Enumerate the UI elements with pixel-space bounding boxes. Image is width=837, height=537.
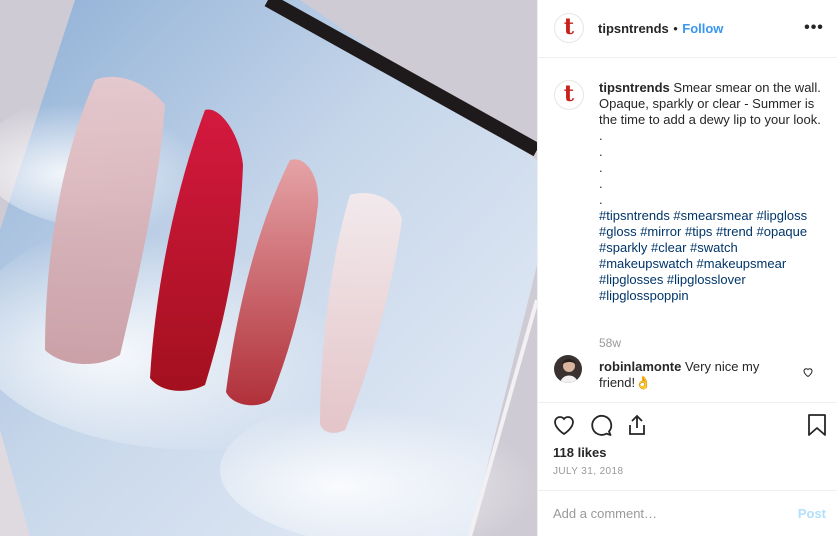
comments-area: t tipsntrends Smear smear on the wall. O…	[538, 58, 837, 402]
caption-hashtags[interactable]: #tipsntrends #smearsmear #lipgloss #glos…	[599, 208, 821, 304]
caption-username[interactable]: tipsntrends	[599, 80, 670, 95]
post-sidebar: t tipsntrends • Follow ••• t tipsntrends…	[537, 0, 837, 536]
caption-age[interactable]: 58w	[599, 336, 621, 350]
post-photo[interactable]	[0, 0, 537, 536]
instagram-post-view: t tipsntrends • Follow ••• t tipsntrends…	[0, 0, 837, 536]
caption-author-avatar[interactable]: t	[554, 80, 584, 110]
post-header: t tipsntrends • Follow •••	[538, 0, 837, 58]
lip-gloss-swatches-photo	[0, 0, 537, 536]
header-author-line: tipsntrends • Follow	[598, 20, 723, 38]
separator-dot: •	[673, 21, 678, 36]
share-icon[interactable]	[625, 413, 649, 437]
caption-dot: .	[599, 160, 603, 175]
author-avatar[interactable]: t	[554, 13, 584, 43]
likes-count[interactable]: 118 likes	[553, 445, 607, 460]
like-icon[interactable]	[552, 413, 576, 437]
caption-dots: . . . . .	[599, 128, 821, 208]
author-username[interactable]: tipsntrends	[598, 21, 669, 36]
bookmark-icon[interactable]	[806, 413, 828, 437]
caption-dot: .	[599, 128, 603, 143]
actions-section: 118 likes JULY 31, 2018 Add a comment… P…	[538, 402, 837, 536]
commenter-avatar[interactable]	[554, 355, 582, 383]
caption-dot: .	[599, 176, 603, 191]
post-comment-button[interactable]: Post	[798, 506, 826, 521]
comment-username[interactable]: robinlamonte	[599, 359, 681, 374]
caption: tipsntrends Smear smear on the wall. Opa…	[599, 80, 821, 304]
comment: robinlamonte Very nice my friend!👌	[599, 359, 799, 391]
caption-dot: .	[599, 192, 603, 207]
avatar-letter: t	[563, 14, 575, 40]
more-icon[interactable]: •••	[804, 18, 824, 38]
add-comment-bar: Add a comment… Post	[538, 490, 837, 537]
comment-icon[interactable]	[589, 413, 613, 437]
commenter-photo	[554, 355, 582, 383]
post-date[interactable]: JULY 31, 2018	[553, 466, 623, 477]
follow-button[interactable]: Follow	[682, 21, 723, 36]
caption-avatar-letter: t	[563, 81, 575, 107]
comment-like-icon[interactable]	[802, 366, 814, 378]
caption-dot: .	[599, 144, 603, 159]
add-comment-input[interactable]: Add a comment…	[553, 506, 657, 521]
